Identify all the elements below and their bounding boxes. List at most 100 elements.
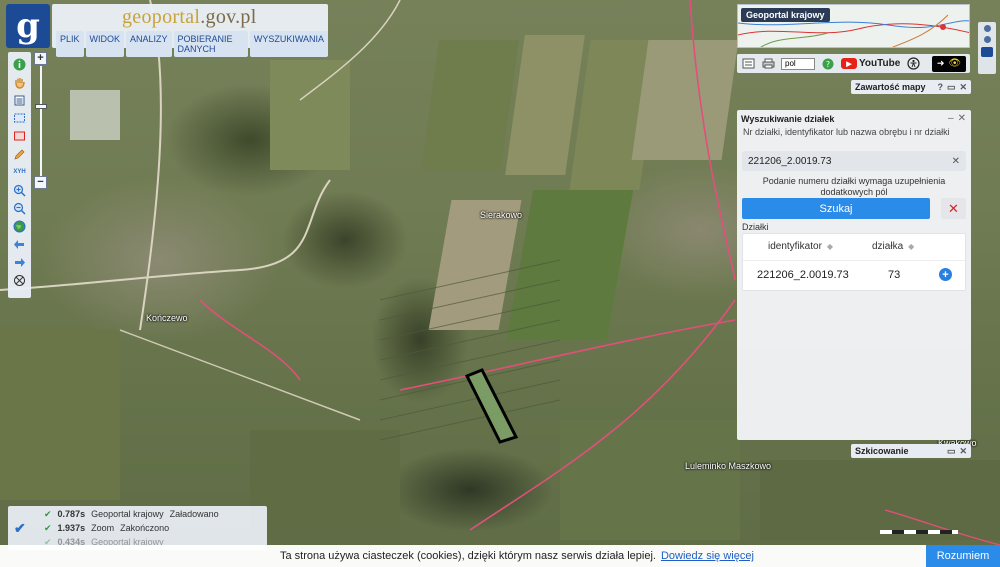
cookie-accept-button[interactable]: Rozumiem (926, 545, 1000, 567)
minimize-icon[interactable]: – (948, 113, 954, 124)
column-header-identyfikator[interactable]: identyfikator ◆ (768, 241, 833, 252)
cookie-text: Ta strona używa ciasteczek (cookies), dz… (280, 550, 754, 562)
site-title-domain: .gov.pl (200, 6, 257, 28)
place-label-sierakowo: Sierakowo (480, 210, 523, 220)
menu-analizy[interactable]: ANALIZY (126, 31, 172, 57)
column-header-label: działka (872, 241, 904, 252)
minimize-icon[interactable]: ▭ (947, 82, 956, 93)
cell-dzialka: 73 (888, 269, 901, 281)
log-service: Geoportal krajowy (91, 509, 164, 519)
legend-icon[interactable] (741, 58, 755, 70)
crosshair-icon[interactable] (12, 272, 28, 288)
sketching-panel-header[interactable]: Szkicowanie ▭ ✕ (851, 444, 971, 458)
map-contents-title: Zawartość mapy (855, 82, 926, 92)
parcel-search-value: 221206_2.0019.73 (748, 155, 832, 167)
pan-hand-icon[interactable] (12, 74, 28, 90)
zoom-track-line (40, 66, 42, 176)
log-row: ✔ 0.787s Geoportal krajowy Załadowano (44, 509, 219, 520)
close-icon[interactable]: ✕ (958, 113, 966, 124)
place-label-luleminko: Luleminko Maszkowo (685, 461, 772, 471)
measure-icon[interactable] (12, 128, 28, 144)
add-parcel-icon[interactable]: + (939, 268, 952, 281)
zoom-in-button[interactable]: + (34, 52, 47, 65)
geoportal-logo[interactable]: g (6, 4, 50, 48)
side-strip-dot[interactable] (981, 47, 993, 57)
back-arrow-icon[interactable] (12, 236, 28, 252)
sketching-title: Szkicowanie (855, 446, 909, 456)
log-status: Załadowano (169, 509, 219, 519)
selected-parcel (464, 368, 519, 444)
place-label-konczewo: Kończewo (146, 313, 188, 323)
layers-icon[interactable] (12, 92, 28, 108)
side-strip-dot[interactable] (983, 25, 991, 32)
menu-widok[interactable]: WIDOK (85, 31, 125, 57)
zoom-out-icon[interactable] (12, 200, 28, 216)
overview-map[interactable]: Geoportal krajowy (737, 4, 970, 48)
overview-title: Geoportal krajowy (741, 8, 830, 22)
zoom-knob[interactable] (35, 104, 47, 109)
search-button[interactable]: Szukaj (742, 198, 930, 219)
clear-input-icon[interactable]: ✕ (952, 156, 960, 167)
sort-icon: ◆ (908, 242, 915, 251)
side-strip-dot[interactable] (983, 36, 991, 43)
parcels-section-label: Działki (742, 222, 769, 232)
status-check-icon: ✔ (14, 520, 26, 536)
cancel-search-button[interactable]: ✕ (941, 198, 966, 219)
site-title[interactable]: geoportal.gov.pl (122, 6, 257, 29)
logo-letter: g (16, 6, 40, 46)
cookie-message: Ta strona używa ciasteczek (cookies), dz… (280, 550, 656, 562)
cell-identyfikator: 221206_2.0019.73 (757, 269, 849, 281)
check-icon: ✔ (44, 509, 52, 519)
table-divider (743, 260, 965, 261)
log-status: Zakończono (120, 523, 170, 533)
help-icon[interactable]: ? (937, 82, 943, 93)
cookie-banner: Ta strona używa ciasteczek (cookies), dz… (0, 545, 1000, 567)
zoom-in-icon[interactable] (12, 182, 28, 198)
scale-bar (880, 530, 958, 534)
select-area-icon[interactable] (12, 110, 28, 126)
log-time: 0.787s (57, 509, 86, 519)
print-icon[interactable] (761, 58, 775, 70)
draw-pencil-icon[interactable] (12, 146, 28, 162)
main-menu: PLIK WIDOK ANALIZY POBIERANIE DANYCH WYS… (56, 31, 328, 57)
column-header-label: identyfikator (768, 241, 822, 252)
cookie-learn-more-link[interactable]: Dowiedz się więcej (661, 550, 754, 562)
eye-icon: 👁 (948, 58, 962, 69)
left-toolbar: XYH (8, 52, 31, 298)
parcel-search-input[interactable]: 221206_2.0019.73 ✕ (742, 151, 966, 171)
help-icon[interactable]: ? (821, 58, 835, 70)
menu-plik[interactable]: PLIK (56, 31, 84, 57)
site-title-main: geoportal (122, 6, 201, 28)
top-menu-bar: geoportal.gov.pl PLIK WIDOK ANALIZY POBI… (52, 4, 328, 57)
coordinates-icon[interactable]: XYH (12, 164, 28, 180)
search-description: Nr działki, identyfikator lub nazwa obrę… (743, 127, 950, 137)
menu-wyszukiwania[interactable]: WYSZUKIWANIA (249, 31, 328, 57)
sort-icon: ◆ (826, 242, 834, 251)
zoom-slider[interactable]: + − (34, 52, 48, 190)
search-note: Podanie numeru działki wymaga uzupełnien… (762, 176, 946, 197)
zoom-out-button[interactable]: − (34, 176, 47, 189)
column-header-dzialka[interactable]: działka ◆ (872, 241, 914, 252)
contrast-toggle[interactable]: ➜ 👁 (932, 55, 966, 72)
search-panel-title: Wyszukiwanie działek (741, 114, 835, 124)
accessibility-icon[interactable] (906, 57, 920, 70)
forward-arrow-icon[interactable] (12, 254, 28, 270)
language-select[interactable]: pol (781, 57, 815, 70)
status-log[interactable]: ✔ ✔ 0.787s Geoportal krajowy Załadowano … (8, 506, 267, 550)
parcel-search-panel: Wyszukiwanie działek – ✕ Nr działki, ide… (737, 110, 971, 440)
close-icon[interactable]: ✕ (959, 82, 967, 93)
minimize-icon[interactable]: ▭ (947, 446, 956, 457)
check-icon: ✔ (44, 523, 52, 533)
side-strip (978, 22, 996, 74)
menu-pobieranie-danych[interactable]: POBIERANIE DANYCH (173, 31, 248, 57)
globe-icon[interactable] (12, 218, 28, 234)
info-icon[interactable] (12, 56, 28, 72)
map-contents-panel-header[interactable]: Zawartość mapy ? ▭ ✕ (851, 80, 971, 94)
close-icon[interactable]: ✕ (959, 446, 967, 457)
svg-text:?: ? (826, 60, 830, 69)
parcels-table: identyfikator ◆ działka ◆ 221206_2.0019.73… (742, 233, 966, 291)
youtube-label: YouTube (859, 58, 901, 69)
youtube-link[interactable]: ▶ YouTube (841, 58, 900, 69)
log-row: ✔ 1.937s Zoom Zakończono (44, 523, 169, 534)
arrow-right-icon: ➜ (936, 58, 945, 68)
